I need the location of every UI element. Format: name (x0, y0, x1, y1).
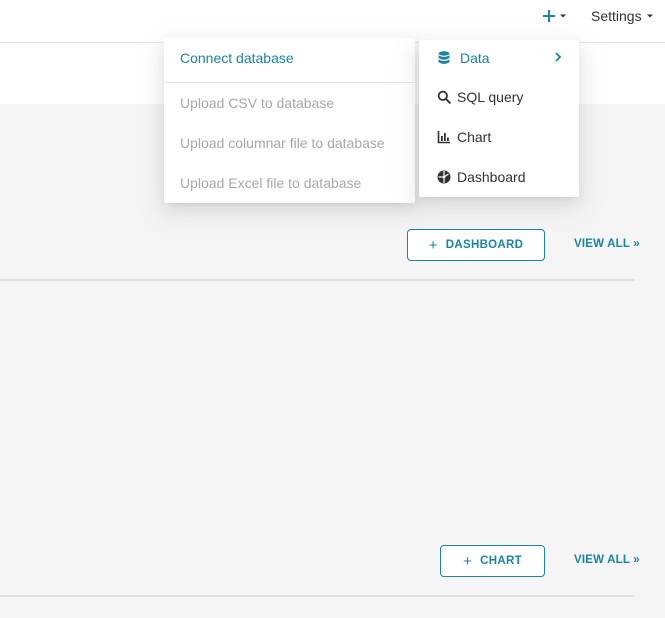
add-dashboard-button[interactable]: + DASHBOARD (407, 229, 545, 261)
plus-icon: + (463, 552, 473, 570)
caret-down-icon (646, 14, 653, 18)
data-submenu: Connect database Upload CSV to database … (164, 38, 415, 203)
dashboard-icon (437, 170, 451, 184)
bar-chart-icon (437, 130, 451, 144)
connect-database-item[interactable]: Connect database (164, 40, 415, 76)
new-menu: Data SQL query Chart Dashboard (419, 40, 579, 197)
add-chart-button[interactable]: + CHART (440, 545, 545, 577)
view-all-charts-link[interactable]: VIEW ALL » (574, 554, 640, 566)
view-all-dashboards-link[interactable]: VIEW ALL » (574, 238, 640, 250)
upload-columnar-item[interactable]: Upload columnar file to database (164, 125, 415, 161)
menu-item-label: Dashboard (457, 169, 526, 185)
upload-csv-item[interactable]: Upload CSV to database (164, 85, 415, 121)
menu-divider (164, 82, 415, 83)
upload-excel-item[interactable]: Upload Excel file to database (164, 165, 415, 201)
menu-item-label: Chart (457, 129, 492, 145)
menu-item-label: SQL query (457, 89, 524, 105)
chevron-right-icon (555, 52, 562, 62)
menu-item-chart[interactable]: Chart (419, 119, 579, 155)
settings-menu[interactable]: Settings (591, 6, 654, 26)
menu-item-sql-query[interactable]: SQL query (419, 79, 579, 115)
search-icon (437, 90, 451, 104)
settings-label: Settings (591, 8, 642, 24)
plus-icon: + (428, 236, 438, 254)
menu-item-dashboard[interactable]: Dashboard (419, 159, 579, 195)
add-chart-label: CHART (480, 555, 522, 567)
menu-item-data[interactable]: Data (419, 40, 579, 76)
add-dashboard-label: DASHBOARD (445, 239, 524, 251)
top-navbar: Settings (0, 0, 665, 43)
database-icon (437, 51, 451, 65)
plus-icon (543, 10, 555, 22)
new-menu-trigger[interactable] (542, 6, 567, 26)
menu-item-label: Data (460, 50, 490, 66)
section-divider (0, 595, 634, 597)
caret-down-icon (560, 14, 566, 18)
section-divider (0, 279, 634, 281)
